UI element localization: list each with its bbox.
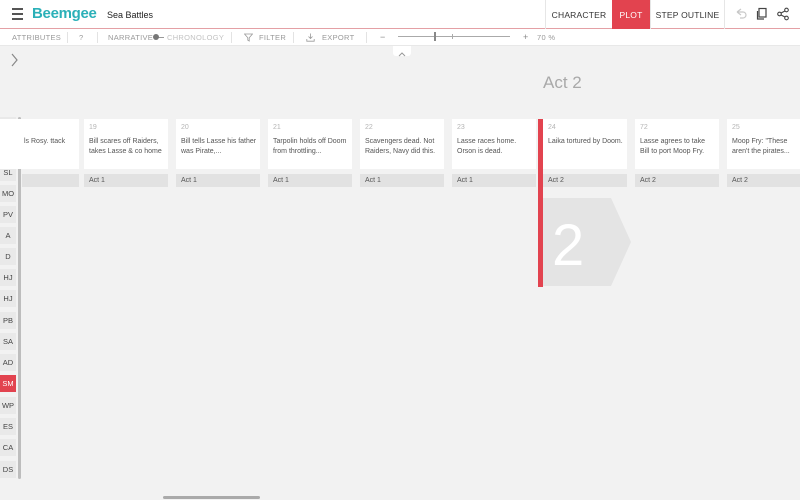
scene-text: Lasse agrees to take Bill to port Moop F…	[640, 138, 705, 155]
narrative-chronology-toggle[interactable]	[153, 34, 164, 40]
scene-number: 72	[640, 124, 648, 131]
chevron-up-icon	[398, 52, 406, 57]
undo-icon[interactable]	[734, 7, 748, 21]
scene-text: Moop Fry: "These aren't the pirates...	[732, 138, 790, 155]
character-badge[interactable]: WP	[0, 397, 16, 414]
scene-text: Scavengers dead. Not Raiders, Navy did t…	[365, 138, 436, 155]
scene-act-label: Act 1	[268, 174, 352, 187]
scene-card[interactable]: 21 Tarpolin holds off Doom from throttli…	[268, 119, 352, 169]
character-list-scrollbar[interactable]	[18, 117, 21, 479]
scene-text: Tarpolin holds off Doom from throttling.…	[273, 138, 347, 155]
attributes-button[interactable]: ATTRIBUTES	[12, 29, 61, 46]
toolbar-divider	[293, 32, 294, 43]
scene-card[interactable]: 23 Lasse races home. Orson is dead.	[452, 119, 536, 169]
character-badge[interactable]: CA	[0, 439, 16, 456]
share-icon[interactable]	[776, 7, 790, 21]
zoom-slider-tick	[452, 34, 453, 39]
zoom-out-button[interactable]: −	[380, 29, 386, 46]
character-badge[interactable]: D	[0, 248, 16, 265]
scene-card[interactable]: 24 Laika tortured by Doom.	[543, 119, 627, 169]
scene-act-label: Act 1	[452, 174, 536, 187]
zoom-level: 70 %	[537, 33, 556, 42]
character-list: C L SL MO PV A D HJ HJ PB SA AD SM WP ES…	[0, 117, 20, 483]
scene-number: 21	[273, 124, 281, 131]
character-badge[interactable]: HJ	[0, 290, 16, 307]
toolbar-divider	[67, 32, 68, 43]
character-badge[interactable]: AD	[0, 354, 16, 371]
toolbar-divider	[97, 32, 98, 43]
plot-canvas[interactable]	[0, 46, 800, 500]
export-button[interactable]: EXPORT	[322, 29, 355, 46]
scene-act-label: Act 2	[727, 174, 800, 187]
scene-card[interactable]: 20 Bill tells Lasse his father was Pirat…	[176, 119, 260, 169]
horizontal-scrollbar[interactable]	[163, 496, 260, 499]
copy-icon[interactable]	[755, 7, 769, 21]
character-badge[interactable]: SA	[0, 333, 16, 350]
scene-number: 24	[548, 124, 556, 131]
app-logo[interactable]: Beemgee	[32, 5, 97, 22]
zoom-in-button[interactable]: +	[523, 29, 529, 46]
scene-card[interactable]: 22 Scavengers dead. Not Raiders, Navy di…	[360, 119, 444, 169]
tab-plot[interactable]: PLOT	[612, 0, 650, 29]
document-title: Sea Battles	[107, 10, 154, 20]
collapse-toolbar-button[interactable]	[393, 46, 411, 57]
character-badge[interactable]: ES	[0, 418, 16, 435]
character-badge[interactable]: PV	[0, 206, 16, 223]
tab-step-outline[interactable]: STEP OUTLINE	[650, 0, 725, 29]
scene-act-label: Act 1	[176, 174, 260, 187]
toolbar-divider	[366, 32, 367, 43]
act-marker-number: 2	[552, 213, 585, 278]
help-button[interactable]: ?	[79, 29, 83, 46]
scene-act-label	[22, 174, 79, 187]
scene-text: Bill tells Lasse his father was Pirate,.…	[181, 138, 257, 155]
character-badge[interactable]: HJ	[0, 269, 16, 286]
character-badge[interactable]: A	[0, 227, 16, 244]
scene-act-label: Act 2	[543, 174, 627, 187]
scene-number: 23	[457, 124, 465, 131]
tab-character[interactable]: CHARACTER	[545, 0, 612, 29]
hamburger-menu-icon[interactable]	[12, 8, 23, 20]
scene-text: Lasse races home. Orson is dead.	[457, 138, 517, 155]
scene-card[interactable]: 19 Bill scares off Raiders, takes Lasse …	[84, 119, 168, 169]
act-heading: Act 2	[543, 73, 582, 92]
scene-text: Laika tortured by Doom.	[548, 138, 623, 145]
export-icon[interactable]	[306, 33, 315, 42]
scene-card[interactable]: ls Rosy. ttack	[0, 119, 79, 169]
character-badge[interactable]: DS	[0, 461, 16, 478]
zoom-slider-track[interactable]	[398, 36, 510, 37]
toolbar: ATTRIBUTES ? NARRATIVE CHRONOLOGY FILTER…	[0, 29, 800, 46]
chronology-label: CHRONOLOGY	[167, 33, 225, 42]
scene-card[interactable]: 25 Moop Fry: "These aren't the pirates..…	[727, 119, 800, 169]
scene-number: 22	[365, 124, 373, 131]
narrative-label: NARRATIVE	[108, 33, 154, 42]
scene-act-label: Act 1	[84, 174, 168, 187]
expand-sidebar-button[interactable]	[0, 46, 24, 76]
character-badge[interactable]: PB	[0, 312, 16, 329]
scene-act-label: Act 1	[360, 174, 444, 187]
scene-text: Bill scares off Raiders, takes Lasse & c…	[89, 138, 162, 155]
character-badge[interactable]: MO	[0, 185, 16, 202]
scene-text: ls Rosy. ttack	[24, 138, 66, 145]
scene-card[interactable]: 72 Lasse agrees to take Bill to port Moo…	[635, 119, 719, 169]
app-header: Beemgee Sea Battles CHARACTER PLOT STEP …	[0, 0, 800, 29]
chevron-right-icon	[11, 53, 18, 67]
character-badge-active[interactable]: SM	[0, 375, 16, 392]
scene-act-label: Act 2	[635, 174, 719, 187]
zoom-slider-thumb[interactable]	[434, 32, 436, 41]
filter-button[interactable]: FILTER	[259, 29, 286, 46]
filter-icon[interactable]	[244, 33, 253, 42]
scene-number: 19	[89, 124, 97, 131]
scene-number: 20	[181, 124, 189, 131]
toolbar-divider	[231, 32, 232, 43]
scene-number: 25	[732, 124, 740, 131]
